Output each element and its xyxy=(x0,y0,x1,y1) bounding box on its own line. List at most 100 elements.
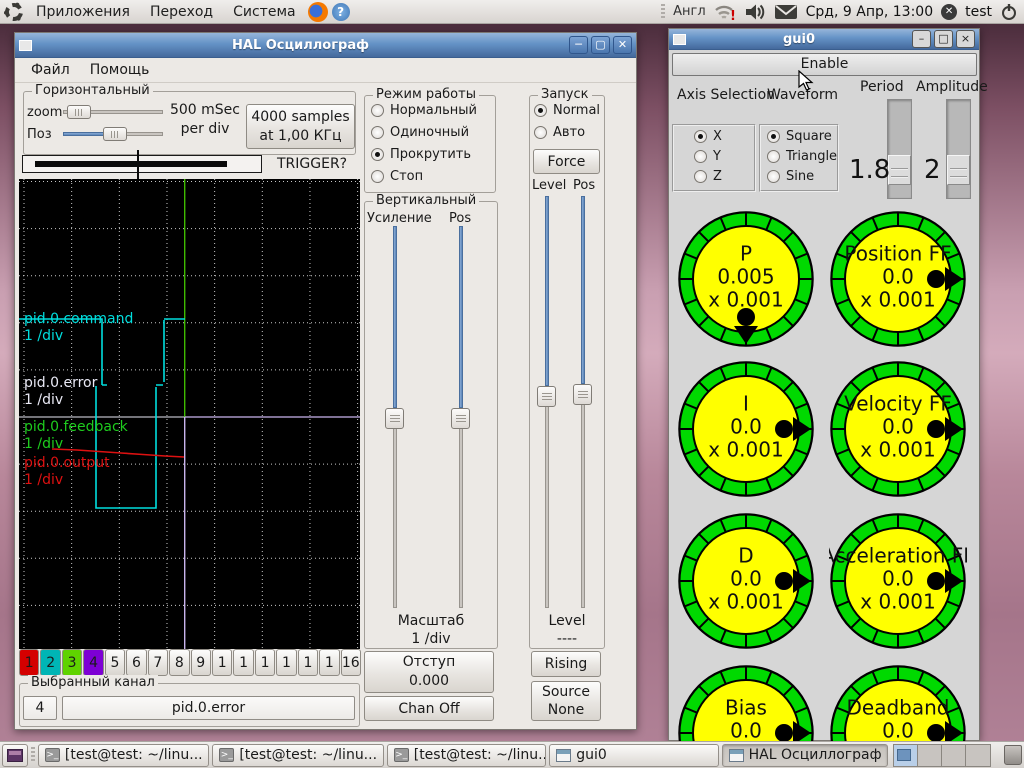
task-terminal-3[interactable]: >_ [test@test: ~/linu... xyxy=(386,743,547,767)
runmode-normal[interactable]: Нормальный xyxy=(371,103,477,118)
scale-label: Масштаб xyxy=(397,613,465,629)
channel-button-10[interactable]: 1 xyxy=(211,649,233,676)
channel-button-15[interactable]: 1 xyxy=(319,649,340,676)
channel-button-7[interactable]: 7 xyxy=(147,649,169,676)
channel-button-6[interactable]: 6 xyxy=(126,649,147,676)
channel-button-4[interactable]: 4 xyxy=(83,649,104,676)
rising-button[interactable]: Rising xyxy=(531,651,601,677)
dial-velocity-ff[interactable]: Velocity FF 0.0 x 0.001 xyxy=(829,360,967,498)
mail-icon[interactable] xyxy=(774,4,798,20)
channel-button-16[interactable]: 16 xyxy=(340,649,361,676)
channel-button-12[interactable]: 1 xyxy=(254,649,276,676)
task-terminal-2[interactable]: >_ [test@test: ~/linu... xyxy=(212,743,384,767)
axis-y[interactable]: Y xyxy=(694,149,721,164)
waveform-triangle[interactable]: Triangle xyxy=(767,149,837,164)
show-desktop-button[interactable] xyxy=(2,743,28,767)
amplitude-slider-handle[interactable] xyxy=(947,155,970,185)
dial-i[interactable]: I 0.0 x 0.001 xyxy=(677,360,815,498)
minimize-button[interactable]: ─ xyxy=(569,36,588,54)
runmode-stop[interactable]: Стоп xyxy=(371,169,423,184)
trigger-normal[interactable]: Normal xyxy=(534,103,600,118)
workspace-4[interactable] xyxy=(966,744,991,766)
chan-off-button[interactable]: Chan Off xyxy=(364,696,494,721)
menu-system[interactable]: Система xyxy=(225,2,303,22)
gain-slider[interactable] xyxy=(385,226,404,608)
network-icon[interactable]: ! xyxy=(714,3,736,21)
menu-applications[interactable]: Приложения xyxy=(28,2,138,22)
period-slider-handle[interactable] xyxy=(888,155,911,185)
trace-label-feedback: pid.0.feedback 1 /div xyxy=(24,419,128,452)
dial-position-ff[interactable]: Position FF 0.0 x 0.001 xyxy=(829,210,967,348)
zoom-slider[interactable] xyxy=(63,105,163,119)
axis-selection-label: Axis Selection xyxy=(677,87,776,103)
waveform-square[interactable]: Square xyxy=(767,129,832,144)
workspace-2[interactable] xyxy=(918,744,943,766)
offset-button[interactable]: Отступ 0.000 xyxy=(364,651,494,693)
dial-d[interactable]: D 0.0 x 0.001 xyxy=(677,512,815,650)
trigger-position-marker xyxy=(137,150,139,179)
record-position-bar xyxy=(22,155,262,173)
minimize-button[interactable]: – xyxy=(912,30,931,48)
enable-button[interactable]: Enable xyxy=(672,53,977,76)
channel-button-2[interactable]: 2 xyxy=(40,649,61,676)
help-launcher-icon[interactable]: ? xyxy=(331,2,350,21)
hal-titlebar[interactable]: HAL Осциллограф ─ ▢ ✕ xyxy=(15,33,636,58)
trigger-auto[interactable]: Авто xyxy=(534,125,585,140)
level-label: Level xyxy=(532,178,567,193)
close-button[interactable]: × xyxy=(956,30,975,48)
channel-button-1[interactable]: 1 xyxy=(19,649,40,676)
dial-acceleration-ff[interactable]: Acceleration FF0.0x 0.001 xyxy=(829,512,967,650)
power-icon[interactable] xyxy=(1000,3,1018,21)
volume-icon[interactable] xyxy=(744,3,766,21)
window-menu-icon[interactable] xyxy=(673,33,686,45)
taskbar: >_ [test@test: ~/linu... >_ [test@test: … xyxy=(0,741,1024,768)
vpos-slider[interactable] xyxy=(451,226,470,608)
mouse-cursor xyxy=(798,70,814,91)
selected-channel-name[interactable]: pid.0.error xyxy=(62,696,355,720)
samples-button[interactable]: 4000 samples at 1,00 КГц xyxy=(246,104,355,149)
task-terminal-1[interactable]: >_ [test@test: ~/linu... xyxy=(37,743,210,767)
workspace-3[interactable] xyxy=(942,744,967,766)
channel-button-14[interactable]: 1 xyxy=(297,649,319,676)
menu-places[interactable]: Переход xyxy=(142,2,221,22)
task-gui0[interactable]: gui0 xyxy=(549,743,719,767)
menu-help[interactable]: Помощь xyxy=(82,60,158,80)
pos-slider[interactable] xyxy=(63,127,163,141)
maximize-button[interactable]: ▢ xyxy=(591,36,610,54)
selected-channel-number: 4 xyxy=(23,696,57,720)
axis-z[interactable]: Z xyxy=(694,169,722,184)
force-button[interactable]: Force xyxy=(533,149,600,174)
gui0-titlebar[interactable]: gui0 – □ × xyxy=(669,29,979,50)
task-hal-scope[interactable]: HAL Осциллограф xyxy=(721,743,889,767)
trash-icon[interactable] xyxy=(1004,745,1022,765)
trigger-pos-slider[interactable] xyxy=(573,196,592,608)
channel-button-8[interactable]: 8 xyxy=(169,649,190,676)
scope-display[interactable]: pid.0.command 1 /div pid.0.error 1 /div pi… xyxy=(19,179,360,649)
maximize-button[interactable]: □ xyxy=(934,30,953,48)
workspace-1[interactable] xyxy=(894,744,919,766)
channel-button-9[interactable]: 9 xyxy=(190,649,211,676)
trace-label-output: pid.0.output 1 /div xyxy=(24,455,110,488)
channel-button-3[interactable]: 3 xyxy=(61,649,83,676)
window-menu-icon[interactable] xyxy=(19,39,32,51)
clock[interactable]: Срд, 9 Апр, 13:00 xyxy=(806,4,933,20)
runmode-single[interactable]: Одиночный xyxy=(371,125,469,140)
firefox-launcher-icon[interactable] xyxy=(307,1,328,22)
source-button[interactable]: Source None xyxy=(531,681,601,721)
waveform-sine[interactable]: Sine xyxy=(767,169,814,184)
dial-p[interactable]: P 0.005 x 0.001 xyxy=(677,210,815,348)
close-button[interactable]: ✕ xyxy=(613,36,632,54)
distro-logo-icon[interactable] xyxy=(4,2,24,22)
channel-button-11[interactable]: 1 xyxy=(233,649,254,676)
scale-value: 1 /div xyxy=(411,631,451,647)
user-menu[interactable]: test xyxy=(965,4,992,20)
svg-text:!: ! xyxy=(730,9,736,21)
channel-button-5[interactable]: 5 xyxy=(104,649,126,676)
menu-file[interactable]: Файл xyxy=(23,60,78,80)
channel-button-13[interactable]: 1 xyxy=(276,649,297,676)
keyboard-layout-indicator[interactable]: Англ xyxy=(673,4,706,19)
axis-x[interactable]: X xyxy=(694,129,722,144)
runmode-roll[interactable]: Прокрутить xyxy=(371,147,471,162)
trigger-level-slider[interactable] xyxy=(537,196,556,608)
terminal-icon: >_ xyxy=(393,748,409,762)
